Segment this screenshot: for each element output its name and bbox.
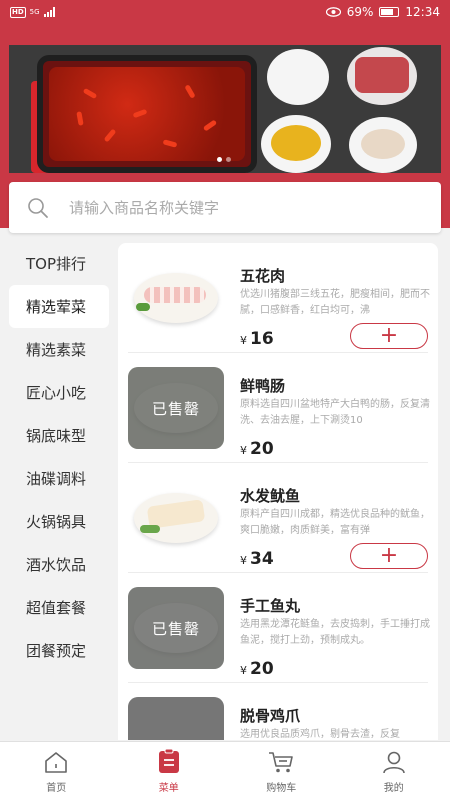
bottom-tab-bar: 首页 菜单 购物车 我的 bbox=[0, 741, 450, 800]
product-name: 水发鱿鱼 bbox=[240, 487, 301, 505]
product-name: 鲜鸭肠 bbox=[240, 377, 286, 395]
sauce-bowl-image bbox=[261, 115, 331, 173]
price-value: 20 bbox=[250, 659, 274, 679]
product-name: 五花肉 bbox=[240, 267, 286, 285]
side-dish-image bbox=[267, 49, 329, 105]
tab-home[interactable]: 首页 bbox=[0, 742, 113, 800]
tab-label: 购物车 bbox=[266, 783, 297, 794]
sidebar-item-vegetable-dishes[interactable]: 精选素菜 bbox=[0, 328, 118, 371]
sidebar-item-label: 精选荤菜 bbox=[26, 298, 87, 316]
sidebar-item-label: 火锅锅具 bbox=[26, 513, 87, 531]
sidebar-item-label: TOP排行 bbox=[26, 255, 87, 273]
sold-out-overlay: 已售罄 bbox=[128, 587, 224, 669]
sidebar-item-value-sets[interactable]: 超值套餐 bbox=[0, 586, 118, 629]
meat-plate-image bbox=[347, 47, 417, 105]
sidebar-item-group-booking[interactable]: 团餐预定 bbox=[0, 629, 118, 672]
sidebar-item-top-ranking[interactable]: TOP排行 bbox=[0, 242, 118, 285]
battery-percent: 69% bbox=[346, 5, 374, 19]
sidebar-item-label: 油碟调料 bbox=[26, 470, 87, 488]
list-item[interactable]: 已售罄 鲜鸭肠 原料选自四川盆地特产大白鸭的肠，反复清洗、去油去腥，上下涮烫10… bbox=[128, 353, 430, 463]
signal-icon bbox=[43, 7, 55, 17]
price-value: 34 bbox=[250, 549, 274, 569]
product-description: 原料选自四川盆地特产大白鸭的肠，反复清洗、去油去腥，上下涮烫10 bbox=[240, 399, 430, 426]
tab-label: 菜单 bbox=[158, 783, 179, 794]
eye-icon bbox=[325, 7, 341, 17]
sidebar-item-broth-base[interactable]: 锅底味型 bbox=[0, 414, 118, 457]
product-image bbox=[128, 257, 224, 339]
currency-symbol: ¥ bbox=[240, 334, 247, 347]
cart-icon bbox=[269, 752, 294, 773]
product-price: ¥ 16 bbox=[240, 329, 274, 349]
tab-label: 首页 bbox=[46, 783, 67, 794]
sidebar-item-label: 精选素菜 bbox=[26, 341, 87, 359]
product-description: 选用黑龙潭花鲢鱼，去皮捣刺，手工捶打成鱼泥，搅打上劲，预制成丸。 bbox=[240, 619, 430, 646]
product-image: 已售罄 bbox=[128, 587, 224, 669]
sidebar-item-cookware[interactable]: 火锅锅具 bbox=[0, 500, 118, 543]
search-bar[interactable] bbox=[9, 182, 441, 233]
product-description: 优选川猪腹部三线五花，肥瘦相间，肥而不腻，口感鲜香，红白均可，沸 bbox=[240, 289, 430, 316]
add-to-cart-button[interactable]: + bbox=[350, 323, 428, 349]
sold-out-overlay: 已售罄 bbox=[128, 367, 224, 449]
clock: 12:34 bbox=[405, 5, 440, 19]
tab-profile[interactable]: 我的 bbox=[338, 742, 450, 800]
sidebar-item-label: 匠心小吃 bbox=[26, 384, 87, 402]
sidebar-item-label: 团餐预定 bbox=[26, 642, 87, 660]
sidebar-item-label: 锅底味型 bbox=[26, 427, 87, 445]
price-value: 16 bbox=[250, 329, 274, 349]
list-item[interactable]: 脱骨鸡爪 选用优良品质鸡爪，剔骨去渣，反复 bbox=[128, 683, 428, 740]
product-image: 已售罄 bbox=[128, 367, 224, 449]
home-icon bbox=[45, 752, 68, 773]
tab-menu[interactable]: 菜单 bbox=[113, 742, 226, 800]
sidebar-item-meat-dishes[interactable]: 精选荤菜 bbox=[9, 285, 109, 328]
currency-symbol: ¥ bbox=[240, 554, 247, 567]
tab-cart[interactable]: 购物车 bbox=[225, 742, 338, 800]
product-description: 原料产自四川成都，精选优良品种的鱿鱼，爽口脆嫩，肉质鲜美，富有弹 bbox=[240, 509, 430, 536]
battery-icon bbox=[379, 7, 400, 17]
menu-icon bbox=[158, 748, 179, 773]
hotpot-image bbox=[37, 55, 257, 173]
currency-symbol: ¥ bbox=[240, 664, 247, 677]
list-item[interactable]: 已售罄 手工鱼丸 选用黑龙潭花鲢鱼，去皮捣刺，手工捶打成鱼泥，搅打上劲，预制成丸… bbox=[128, 573, 430, 683]
product-name: 手工鱼丸 bbox=[240, 597, 301, 615]
product-price: ¥ 20 bbox=[240, 659, 274, 679]
list-item[interactable]: 水发鱿鱼 原料产自四川成都，精选优良品种的鱿鱼，爽口脆嫩，肉质鲜美，富有弹 ¥ … bbox=[128, 463, 430, 573]
search-input[interactable] bbox=[69, 198, 389, 217]
network-type: 5G bbox=[29, 8, 40, 16]
banner-pagination bbox=[217, 157, 231, 162]
sidebar-item-dipping-sauce[interactable]: 油碟调料 bbox=[0, 457, 118, 500]
tab-label: 我的 bbox=[383, 783, 404, 794]
sidebar-item-label: 酒水饮品 bbox=[26, 556, 87, 574]
status-bar: HD 5G 69% 12:34 bbox=[0, 0, 450, 24]
product-price: ¥ 34 bbox=[240, 549, 274, 569]
hd-indicator-icon: HD bbox=[10, 6, 26, 18]
profile-icon bbox=[382, 751, 405, 774]
product-name: 脱骨鸡爪 bbox=[240, 707, 301, 725]
product-image bbox=[128, 697, 224, 740]
product-description: 选用优良品质鸡爪，剔骨去渣，反复 bbox=[240, 729, 400, 740]
category-sidebar: TOP排行 精选荤菜 精选素菜 匠心小吃 锅底味型 油碟调料 火锅锅具 酒水饮品… bbox=[0, 242, 118, 742]
currency-symbol: ¥ bbox=[240, 444, 247, 457]
search-icon bbox=[28, 197, 48, 218]
product-image bbox=[128, 477, 224, 559]
sidebar-item-snacks[interactable]: 匠心小吃 bbox=[0, 371, 118, 414]
sold-out-overlay bbox=[128, 697, 224, 740]
product-price: ¥ 20 bbox=[240, 439, 274, 459]
add-to-cart-button[interactable]: + bbox=[350, 543, 428, 569]
sidebar-item-label: 超值套餐 bbox=[26, 599, 87, 617]
promo-banner[interactable] bbox=[9, 45, 441, 173]
product-list[interactable]: 五花肉 优选川猪腹部三线五花，肥瘦相间，肥而不腻，口感鲜香，红白均可，沸 ¥ 1… bbox=[118, 243, 438, 740]
price-value: 20 bbox=[250, 439, 274, 459]
list-item[interactable]: 五花肉 优选川猪腹部三线五花，肥瘦相间，肥而不腻，口感鲜香，红白均可，沸 ¥ 1… bbox=[128, 243, 430, 353]
sidebar-item-drinks[interactable]: 酒水饮品 bbox=[0, 543, 118, 586]
tripe-plate-image bbox=[349, 117, 417, 173]
